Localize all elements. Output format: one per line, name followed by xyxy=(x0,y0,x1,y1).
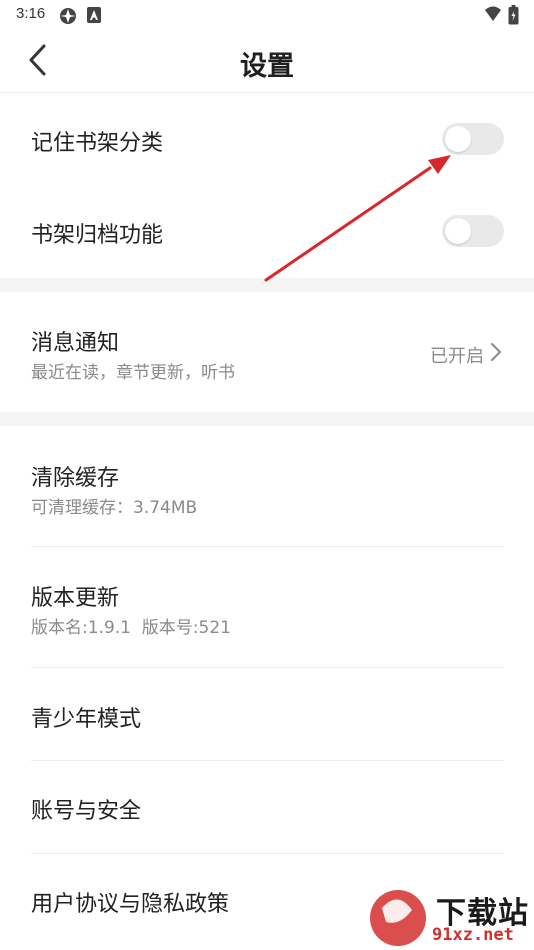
setting-label: 记住书架分类 xyxy=(31,131,164,156)
setting-row-version-update[interactable]: 版本更新 版本名:1.9.1 版本号:521 xyxy=(0,547,534,667)
status-time: 3:16 xyxy=(16,5,46,22)
setting-label: 账号与安全 xyxy=(31,799,142,824)
notifications-status: 已开启 xyxy=(430,346,484,367)
setting-label: 版本更新 xyxy=(31,586,120,611)
setting-label: 青少年模式 xyxy=(31,707,142,732)
section-gap xyxy=(0,278,534,292)
toggle-knob xyxy=(445,126,471,152)
toggle-knob xyxy=(445,218,471,244)
setting-row-remember-shelf-category: 记住书架分类 xyxy=(0,93,534,185)
app-header: 设置 xyxy=(0,30,534,93)
setting-subtitle: 可清理缓存：3.74MB xyxy=(31,498,198,518)
remember-shelf-category-toggle[interactable] xyxy=(442,123,504,155)
chevron-right-icon xyxy=(491,343,501,361)
setting-row-youth-mode[interactable]: 青少年模式 xyxy=(0,668,534,760)
setting-subtitle: 最近在读，章节更新，听书 xyxy=(31,363,235,383)
watermark-url: 91xz.net xyxy=(432,925,514,945)
setting-row-clear-cache[interactable]: 清除缓存 可清理缓存：3.74MB xyxy=(0,426,534,546)
battery-icon xyxy=(508,5,519,25)
setting-label: 书架归档功能 xyxy=(31,223,164,248)
notification-a-icon xyxy=(87,7,101,23)
setting-label: 清除缓存 xyxy=(31,466,120,491)
app-notification-icon xyxy=(60,8,76,24)
status-bar: 3:16 xyxy=(0,0,534,30)
shelf-archive-toggle[interactable] xyxy=(442,215,504,247)
setting-label: 用户协议与隐私政策 xyxy=(31,892,230,917)
page-title: 设置 xyxy=(240,51,294,82)
setting-label: 消息通知 xyxy=(31,331,120,356)
wifi-icon xyxy=(485,6,501,21)
setting-row-account-security[interactable]: 账号与安全 xyxy=(0,761,534,853)
setting-row-notifications[interactable]: 消息通知 最近在读，章节更新，听书 已开启 xyxy=(0,292,534,412)
setting-subtitle: 版本名:1.9.1 版本号:521 xyxy=(31,618,231,638)
setting-row-shelf-archive: 书架归档功能 xyxy=(0,185,534,277)
section-gap xyxy=(0,412,534,426)
